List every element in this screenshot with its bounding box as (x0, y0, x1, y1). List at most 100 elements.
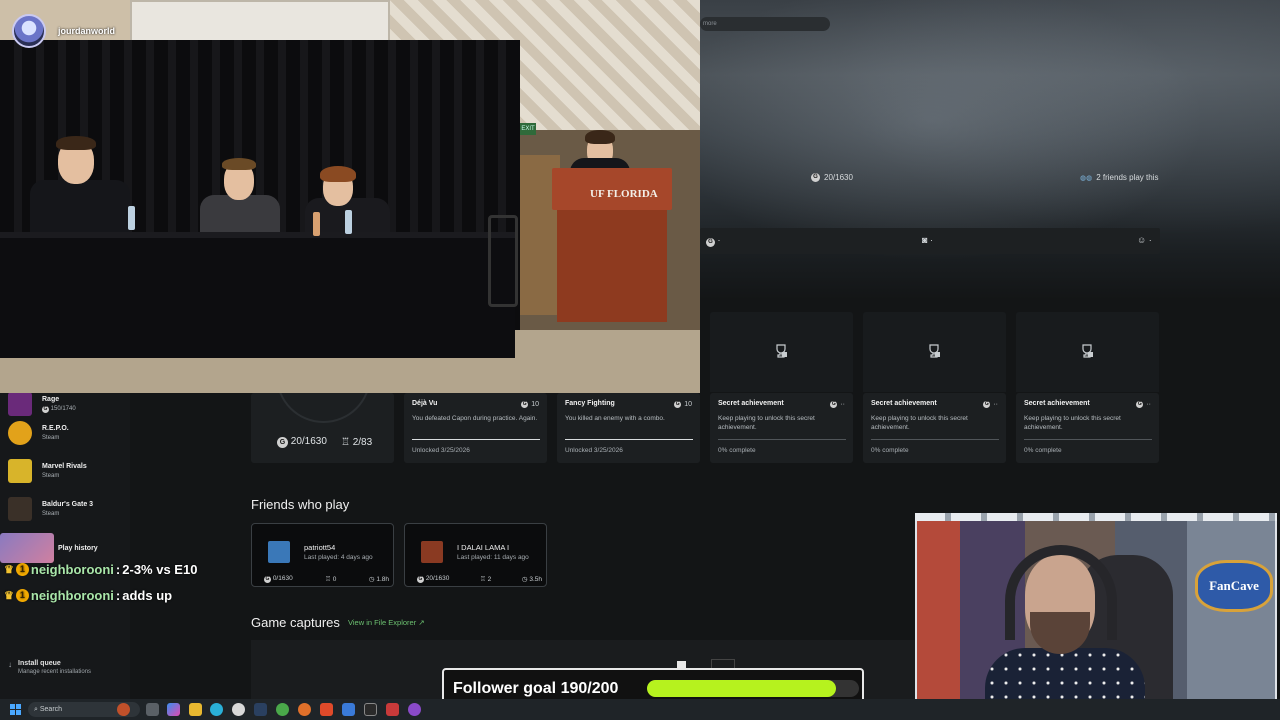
secret-achievement-art (710, 312, 853, 392)
achievement-score: G ·· (983, 401, 998, 408)
achievement-score: G ·· (830, 401, 845, 408)
sidebar-item-play-history[interactable]: Play history (0, 532, 128, 564)
app-icon[interactable] (364, 703, 377, 716)
fancave-logo: FanCave (1195, 560, 1273, 612)
panelist-2-hair (222, 158, 256, 170)
achievement-score-value: ·· (993, 401, 998, 408)
friend-playtime-value: 1.8h (376, 576, 389, 583)
water-bottle (345, 210, 352, 234)
locked-trophy-icon (776, 344, 787, 358)
achievement-score-value: 10 (531, 401, 539, 408)
xbox-icon[interactable] (276, 703, 289, 716)
achievement-status: 0% complete (871, 447, 909, 454)
subscriber-badge-icon: 1 (15, 589, 29, 602)
friend-card[interactable]: I DALAI LAMA I Last played: 11 days ago … (404, 523, 547, 587)
progress-achievements-value: 2/83 (352, 436, 373, 448)
external-link-icon: ↗ (418, 618, 425, 627)
game-hero-banner (700, 0, 1280, 300)
follower-goal-track (647, 680, 859, 697)
friends-heading: Friends who play (251, 497, 350, 512)
sidebar-item-marvel-rivals[interactable]: Marvel Rivals Steam (8, 455, 128, 487)
edge-icon[interactable] (210, 703, 223, 716)
gamerscore-icon: G (521, 401, 529, 408)
achievement-progress-card: G 20/1630 ♖ 2/83 (251, 373, 394, 463)
search-input[interactable]: more (700, 17, 830, 31)
progress-gamerscore: G 20/1630 (277, 436, 327, 448)
friend-playtime: ◷ 1.8h (369, 575, 389, 583)
friend-last-played: Last played: 4 days ago (304, 554, 373, 561)
game-tile (8, 421, 32, 445)
friend-gamerscore: G 20/1630 (417, 575, 449, 583)
chrome-icon[interactable] (232, 703, 245, 716)
game-tab-bar: G · ◙ · ☺ · (700, 228, 1160, 254)
trophy-icon: ♖ (479, 576, 486, 583)
chat-text: 2-3% vs E10 (122, 562, 198, 577)
achievement-card[interactable]: Déjà Vu G 10 You defeated Capon during pr… (404, 393, 547, 463)
gamerscore-icon: G (417, 576, 424, 583)
camera-icon: ◙ (922, 235, 928, 245)
follower-goal-label: Follower goal 190/200 (453, 680, 619, 697)
hero-friends-play[interactable]: ◍◍ 2 friends play this (1080, 173, 1158, 182)
achievement-progress-bar (1024, 439, 1152, 440)
app-icon[interactable] (342, 703, 355, 716)
trophy-icon: ♖ (325, 576, 331, 583)
progress-achievements: ♖ 2/83 (341, 437, 372, 448)
achievement-card[interactable]: Fancy Fighting G 10 You killed an enemy w… (557, 393, 700, 463)
app-icon[interactable] (408, 703, 421, 716)
file-explorer-icon[interactable] (189, 703, 202, 716)
copilot-icon[interactable] (167, 703, 180, 716)
sidebar-item-baldurs-gate-3[interactable]: Baldur's Gate 3 Steam (8, 493, 128, 525)
tab-friends[interactable]: ☺ · (1137, 235, 1152, 245)
achievement-score: G 10 (674, 401, 692, 408)
progress-gamerscore-value: 20/1630 (290, 436, 327, 447)
achievement-progress-bar (718, 439, 846, 440)
sidebar-item-title: Marvel Rivals (42, 463, 87, 470)
view-in-file-explorer-link[interactable]: View in File Explorer ↗ (348, 618, 425, 627)
achievement-score-value: ·· (840, 401, 845, 408)
panelist-1-hair (56, 136, 96, 150)
panel-table (0, 238, 515, 358)
channel-badge[interactable]: jourdanworld (12, 14, 115, 48)
gamerscore-icon: G (42, 405, 49, 413)
friend-playtime-value: 3.5h (529, 576, 542, 583)
sidebar-item-sub-text: 150/1740 (50, 405, 76, 412)
achievement-card[interactable]: Secret achievement G ·· Keep playing to u… (710, 393, 853, 463)
chair (488, 215, 518, 307)
tab-achievements-label: · (717, 235, 721, 245)
water-bottle (313, 212, 320, 236)
task-view-icon[interactable] (146, 703, 159, 716)
friend-name: I DALAI LAMA I (457, 543, 510, 552)
achievement-title: Secret achievement (871, 400, 937, 407)
weather-icon[interactable] (117, 703, 130, 716)
avatar (421, 541, 443, 563)
install-queue[interactable]: ↓ Install queue Manage recent installati… (8, 660, 91, 675)
tab-captures[interactable]: ◙ · (922, 235, 933, 245)
crown-icon: ♛ (4, 564, 14, 576)
brave-icon[interactable] (320, 703, 333, 716)
chat-text: adds up (122, 588, 173, 603)
tab-achievements[interactable]: G · (706, 235, 721, 247)
download-icon: ↓ (8, 660, 12, 669)
friend-card[interactable]: patriott54 Last played: 4 days ago G 0/1… (251, 523, 394, 587)
firefox-icon[interactable] (298, 703, 311, 716)
chat-separator: : (115, 588, 121, 603)
gamerscore-icon: G (983, 401, 991, 408)
screen: more G 20/1630 ◍◍ 2 friends play this G … (0, 0, 1280, 720)
hero-gamerscore: G 20/1630 (811, 173, 853, 182)
app-icon[interactable] (386, 703, 399, 716)
achievement-card[interactable]: Secret achievement G ·· Keep playing to u… (1016, 393, 1159, 463)
achievement-progress-bar (412, 439, 540, 440)
taskbar: ⌕ Search (0, 699, 1280, 720)
exit-sign: EXIT (520, 123, 536, 135)
gamerscore-icon: G (1136, 401, 1144, 408)
achievement-progress-bar (871, 439, 999, 440)
install-queue-sub: Manage recent installations (18, 669, 92, 675)
windows-start-icon[interactable] (10, 704, 21, 715)
chat-username: neighborooni (30, 562, 114, 577)
achievement-card[interactable]: Secret achievement G ·· Keep playing to u… (863, 393, 1006, 463)
sidebar-item-repo[interactable]: R.E.P.O. Steam (8, 417, 128, 449)
friend-playtime: ◷ 3.5h (522, 575, 542, 583)
sidebar-item-sub: Steam (42, 435, 60, 441)
chat-message: ♛ 1 neighborooni: 2-3% vs E10 (4, 562, 197, 577)
steam-icon[interactable] (254, 703, 267, 716)
